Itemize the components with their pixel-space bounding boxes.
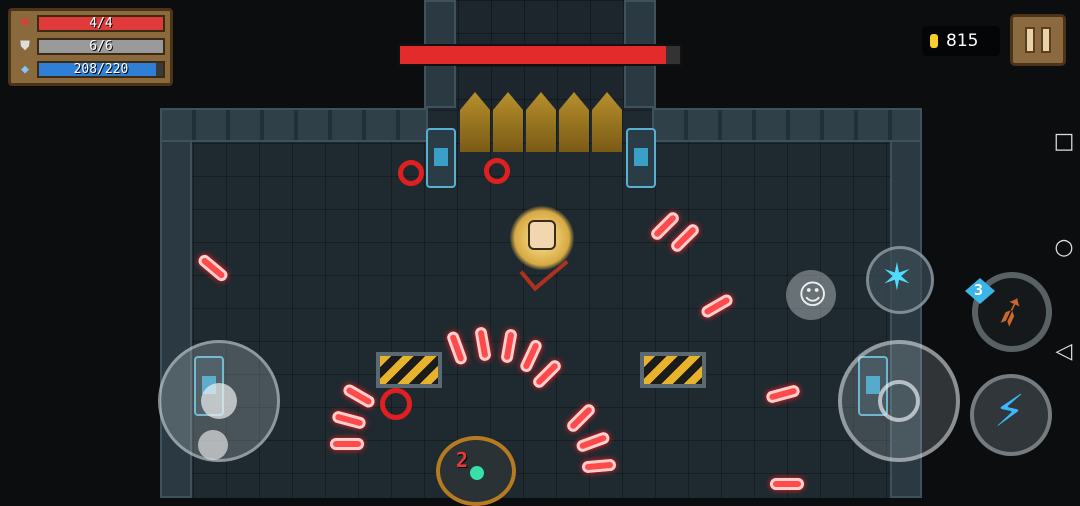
back-button[interactable]: ◁ xyxy=(1052,340,1076,364)
lightning-icon: ⚡ xyxy=(994,386,1025,437)
top-wall-left xyxy=(160,108,428,142)
bow-icon: ➶ xyxy=(987,283,1035,339)
coin-counter: 815 xyxy=(922,26,1000,56)
player-stats-panel: ♥ 4/4 ⛊ 6/6 ◆ 208/220 xyxy=(8,8,173,86)
pause-icon xyxy=(1025,27,1035,53)
armor-text: 6/6 xyxy=(89,39,113,54)
boss-health-fill xyxy=(400,46,666,64)
energy-row: ◆ 208/220 xyxy=(15,60,167,80)
pillar xyxy=(426,128,456,188)
shield-icon: ⛊ xyxy=(20,39,30,54)
joystick-knob[interactable] xyxy=(201,383,237,419)
enemy-boss xyxy=(430,430,520,506)
gold-coin-icon xyxy=(930,34,938,48)
energy-crystal-icon: ◆ xyxy=(21,62,29,77)
home-button[interactable]: ○ xyxy=(1052,236,1076,260)
hazard-crate xyxy=(376,352,442,388)
enemy-core xyxy=(470,466,484,480)
recent-apps-button[interactable]: □ xyxy=(1052,130,1076,154)
pause-button[interactable] xyxy=(1010,14,1066,66)
red-ring-marker xyxy=(484,158,510,184)
crosshair-icon xyxy=(878,380,920,422)
hazard-crate xyxy=(640,352,706,388)
armor-row: ⛊ 6/6 xyxy=(15,37,167,57)
red-ring-marker xyxy=(380,388,412,420)
energy-text: 208/220 xyxy=(73,62,129,77)
player-character xyxy=(510,198,574,292)
health-text: 4/4 xyxy=(89,16,113,31)
health-row: ♥ 4/4 xyxy=(15,14,167,34)
attack-button[interactable] xyxy=(838,340,960,462)
pause-icon xyxy=(1041,27,1051,53)
character-skill-button[interactable]: ✶ xyxy=(866,246,934,314)
heart-icon: ♥ xyxy=(21,16,29,31)
emote-button[interactable]: ☺ xyxy=(786,270,836,320)
top-wall-right xyxy=(652,108,922,142)
smile-icon: ☺ xyxy=(798,278,828,311)
enemy-bullet xyxy=(330,438,364,450)
boss-health-bar xyxy=(398,44,682,66)
skill-button[interactable]: ⚡ xyxy=(970,374,1052,456)
joystick-touch-point xyxy=(198,430,228,460)
energy-cost-text: 3 xyxy=(974,281,984,299)
red-ring-marker xyxy=(398,160,424,186)
enemy-bullet xyxy=(770,478,804,490)
pillar xyxy=(626,128,656,188)
coin-count: 815 xyxy=(946,31,979,51)
damage-popup: 2 xyxy=(456,448,469,472)
claw-icon: ✶ xyxy=(881,255,913,299)
